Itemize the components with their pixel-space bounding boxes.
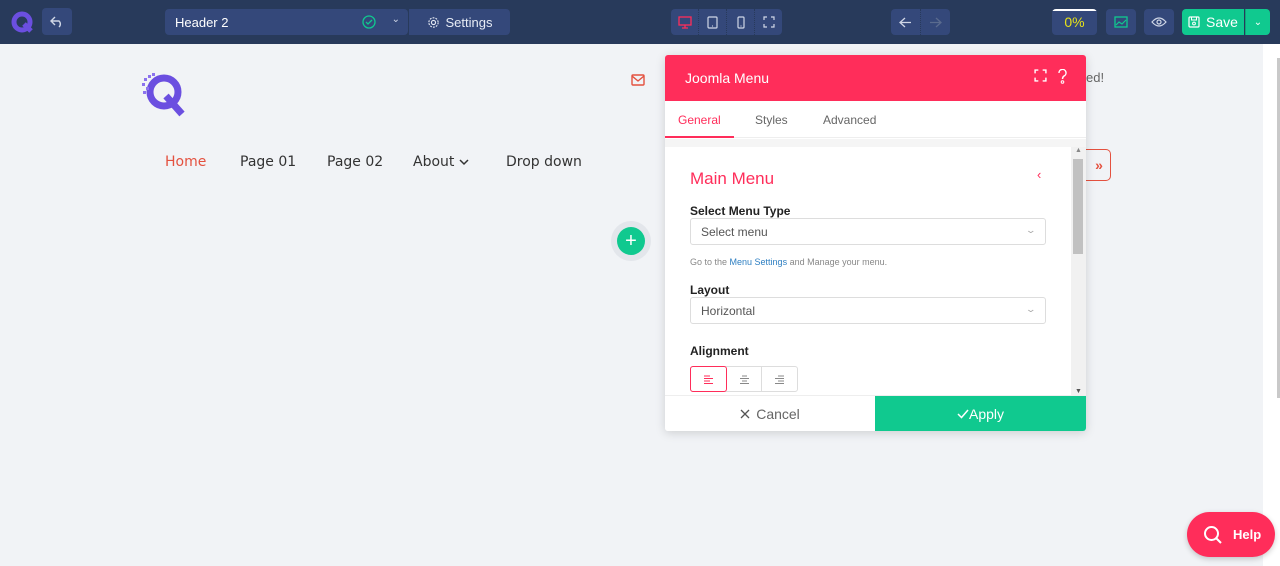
layout-label: Layout: [690, 283, 730, 297]
alignment-button-group: [690, 366, 798, 392]
chevron-down-icon: ⌄: [1253, 16, 1263, 28]
site-logo-icon: [142, 73, 185, 117]
nav-item-about[interactable]: About: [413, 154, 469, 170]
device-desktop-button[interactable]: [671, 9, 699, 35]
progress-indicator: 0%: [1052, 9, 1097, 35]
active-tab-indicator: [665, 136, 734, 138]
save-label: Save: [1206, 14, 1238, 30]
chevron-down-icon: [459, 159, 469, 166]
settings-panel: Main Menu ‹ Select Menu Type Select menu…: [665, 147, 1071, 395]
eye-icon: [1151, 17, 1167, 27]
save-options-dropdown[interactable]: ⌄: [1245, 9, 1270, 35]
tablet-icon: [707, 15, 718, 29]
mail-icon: [631, 74, 645, 86]
menu-type-label: Select Menu Type: [690, 204, 791, 218]
dialog-body: Main Menu ‹ Select Menu Type Select menu…: [665, 139, 1086, 395]
settings-button[interactable]: Settings: [409, 9, 510, 35]
double-chevron-right-icon: »: [1095, 157, 1103, 173]
dialog-footer: Cancel Apply: [665, 395, 1086, 431]
progress-bar: [1052, 9, 1097, 11]
chevron-left-icon[interactable]: ‹: [1037, 167, 1041, 182]
cancel-label: Cancel: [756, 405, 800, 422]
align-right-button[interactable]: [762, 367, 797, 391]
cancel-button[interactable]: Cancel: [665, 396, 875, 431]
progress-text: 0%: [1064, 14, 1085, 30]
preview-button[interactable]: [1144, 9, 1174, 35]
arrow-left-icon: [899, 17, 911, 27]
help-button[interactable]: Help: [1187, 512, 1275, 557]
gear-icon: [427, 16, 439, 28]
align-center-icon: [739, 375, 749, 384]
tab-advanced[interactable]: Advanced: [823, 113, 876, 127]
menu-type-select[interactable]: Select menu ⌄: [690, 218, 1046, 245]
layout-select[interactable]: Horizontal ⌄: [690, 297, 1046, 324]
align-left-button[interactable]: [690, 366, 727, 392]
chevron-down-icon: ⌄: [391, 14, 400, 25]
header-name: Header 2: [175, 14, 229, 30]
apply-button[interactable]: Apply: [875, 396, 1086, 431]
mobile-icon: [736, 15, 745, 29]
forward-button[interactable]: [921, 9, 950, 35]
fullscreen-icon: [762, 16, 775, 28]
close-icon: [740, 409, 750, 418]
tab-styles[interactable]: Styles: [755, 113, 788, 127]
layout-value: Horizontal: [701, 303, 756, 318]
menu-settings-link[interactable]: Menu Settings: [730, 257, 788, 267]
nav-item-about-label: About: [413, 154, 455, 170]
section-title: Main Menu: [690, 169, 775, 188]
media-button[interactable]: [1106, 9, 1136, 35]
chevron-down-icon: ⌄: [1025, 304, 1037, 314]
dialog-title: Joomla Menu: [685, 70, 770, 86]
scroll-down-icon[interactable]: ▼: [1075, 388, 1082, 395]
scrollbar-thumb[interactable]: [1073, 159, 1083, 254]
align-center-button[interactable]: [727, 367, 763, 391]
search-icon: [1204, 525, 1222, 544]
image-icon: [1114, 16, 1128, 28]
alignment-label: Alignment: [690, 344, 749, 358]
scroll-up-icon[interactable]: ▲: [1075, 147, 1082, 154]
top-toolbar: Header 2 ⌄ Settings 0% Save ⌄: [0, 0, 1280, 44]
tab-general[interactable]: General: [678, 113, 721, 127]
undo-button[interactable]: [42, 8, 72, 35]
plus-icon: +: [625, 229, 637, 252]
header-selector[interactable]: Header 2 ⌄: [165, 9, 408, 35]
add-section-button[interactable]: +: [617, 227, 645, 255]
history-controls: [891, 9, 950, 35]
save-button[interactable]: Save: [1182, 9, 1244, 35]
fullscreen-button[interactable]: [755, 9, 782, 35]
checkmark-icon: [957, 409, 969, 419]
device-tablet-button[interactable]: [699, 9, 727, 35]
help-question-icon[interactable]: [1057, 69, 1068, 84]
app-logo-icon: [11, 11, 33, 33]
settings-label: Settings: [445, 14, 493, 30]
chevron-down-icon: ⌄: [1025, 225, 1037, 235]
joomla-menu-dialog: Joomla Menu General Styles Advanced Main…: [665, 55, 1086, 431]
nav-item-page-01[interactable]: Page 01: [240, 154, 296, 170]
apply-label: Apply: [968, 405, 1005, 422]
undo-icon: [50, 16, 61, 28]
device-switcher: [671, 9, 782, 35]
dialog-tabs: General Styles Advanced: [665, 101, 1086, 138]
dialog-header: Joomla Menu: [665, 55, 1086, 101]
menu-type-value: Select menu: [701, 224, 768, 239]
nav-item-page-02[interactable]: Page 02: [327, 154, 383, 170]
desktop-icon: [677, 15, 692, 29]
help-label: Help: [1233, 527, 1262, 542]
offcanvas-toggle-button[interactable]: »: [1082, 149, 1111, 181]
align-right-icon: [775, 375, 785, 384]
align-left-icon: [703, 375, 713, 384]
check-circle-icon: [362, 15, 376, 29]
floppy-disk-icon: [1188, 16, 1200, 28]
arrow-right-icon: [930, 17, 942, 27]
nav-item-drop-down[interactable]: Drop down: [506, 154, 582, 170]
dialog-scrollbar[interactable]: ▲ ▼: [1071, 147, 1086, 395]
topbar-text: ed!: [1086, 70, 1105, 85]
back-button[interactable]: [891, 9, 921, 35]
nav-item-home[interactable]: Home: [165, 154, 206, 170]
device-mobile-button[interactable]: [727, 9, 755, 35]
fullscreen-icon[interactable]: [1034, 69, 1047, 82]
menu-help-text: Go to the Menu Settings and Manage your …: [690, 257, 888, 267]
